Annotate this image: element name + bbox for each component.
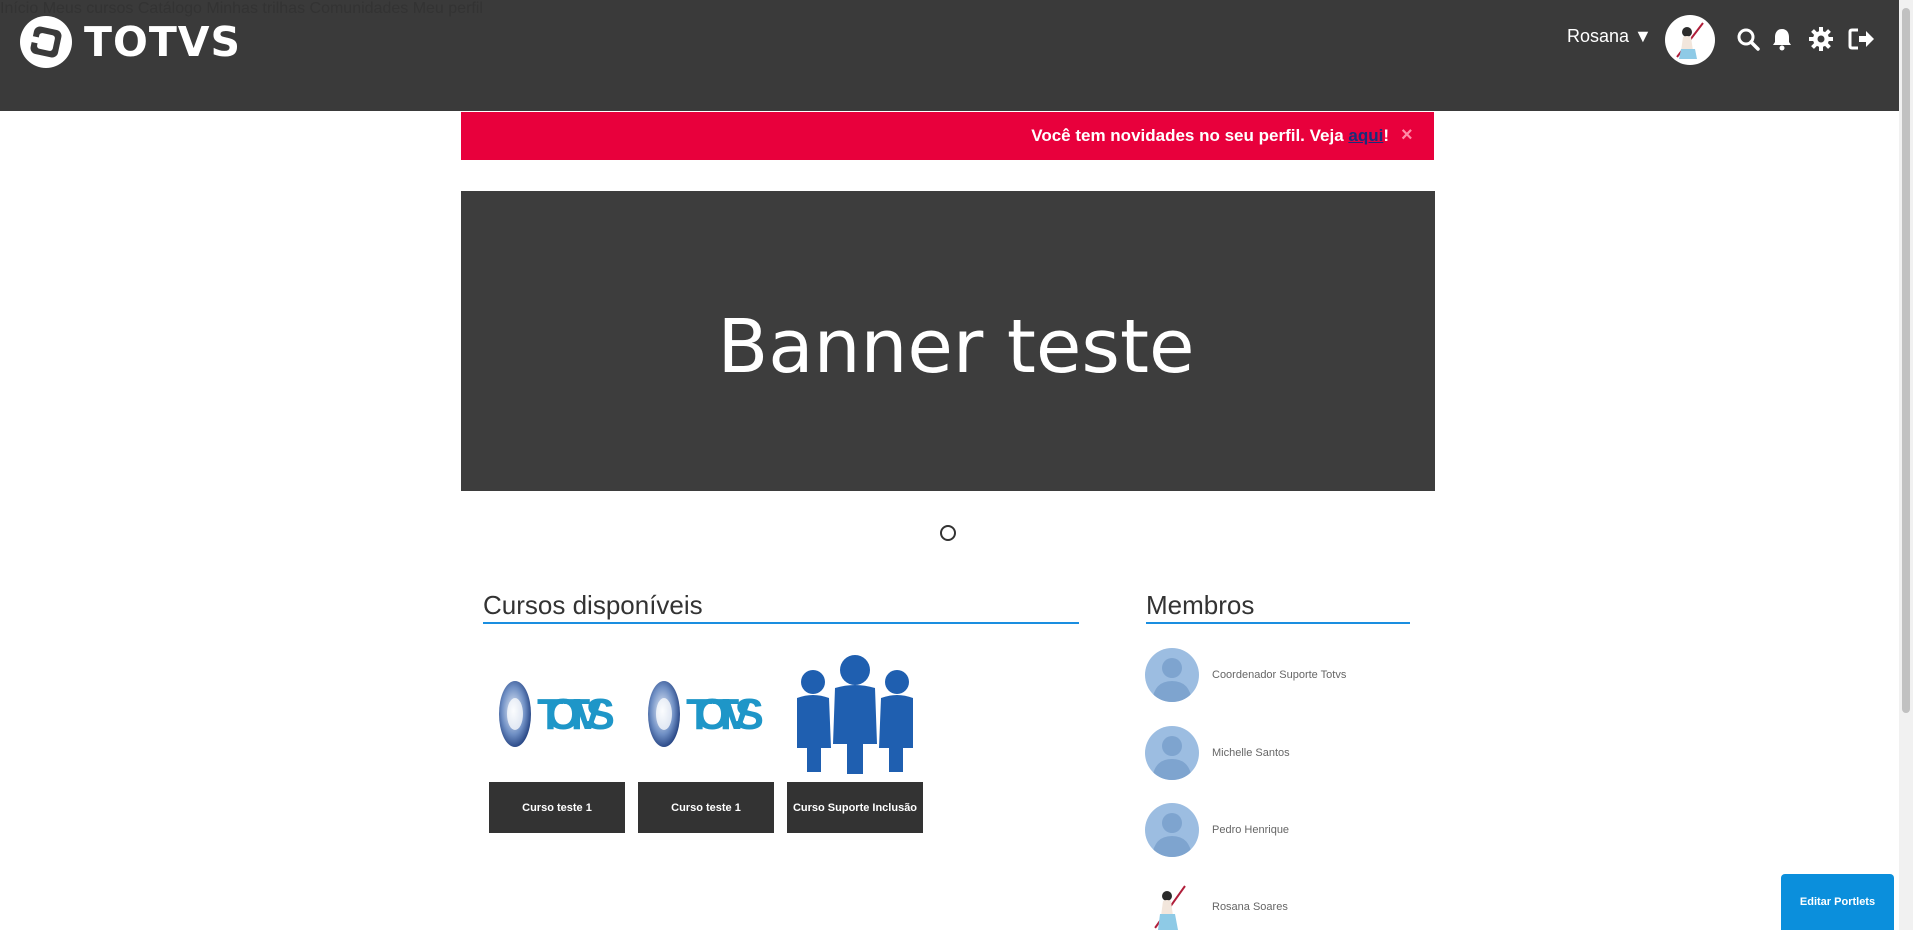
- carousel-dot[interactable]: [940, 525, 956, 541]
- member-photo-avatar: [1145, 880, 1199, 930]
- member-item[interactable]: Rosana Soares: [1145, 880, 1288, 930]
- member-name: Coordenador Suporte Totvs: [1212, 669, 1347, 681]
- nav-comunidades[interactable]: Comunidades: [310, 0, 409, 17]
- gear-icon[interactable]: [1806, 24, 1836, 54]
- nav-meu-perfil[interactable]: Meu perfil: [413, 0, 483, 17]
- scrollbar-thumb[interactable]: [1902, 8, 1910, 713]
- member-name: Pedro Henrique: [1212, 824, 1290, 836]
- course-button-3[interactable]: Curso Suporte Inclusão: [787, 782, 923, 833]
- member-name: Rosana Soares: [1212, 901, 1288, 913]
- user-menu[interactable]: Rosana ▼: [1567, 26, 1652, 47]
- top-header: TOTVS Rosana ▼ Início Meus cursos Catálo…: [0, 0, 1899, 111]
- default-avatar-icon: [1145, 726, 1199, 780]
- members-section-title: Membros: [1146, 590, 1255, 620]
- courses-section-divider: [483, 622, 1079, 624]
- user-avatar-image: [1676, 22, 1704, 59]
- notification-bar: Você tem novidades no seu perfil. Veja a…: [461, 112, 1434, 160]
- logo-text: TOTVS: [84, 18, 242, 66]
- totvs-course-logo-2: TOTVS: [648, 680, 764, 747]
- courses-section-title: Cursos disponíveis: [483, 590, 703, 620]
- banner-carousel[interactable]: Banner teste: [461, 191, 1435, 491]
- totvs-logo[interactable]: TOTVS: [18, 14, 241, 70]
- member-item[interactable]: Pedro Henrique: [1145, 803, 1289, 857]
- member-name: Michelle Santos: [1212, 747, 1290, 759]
- banner-title: Banner teste: [717, 304, 1195, 390]
- notification-message: Você tem novidades no seu perfil. Veja a…: [1031, 126, 1389, 146]
- course-thumbnail-2[interactable]: TOTVS: [638, 651, 774, 776]
- notification-text: Você tem novidades no seu perfil. Veja: [1031, 126, 1349, 145]
- notification-exclamation: !: [1383, 126, 1389, 145]
- logout-icon[interactable]: [1847, 24, 1877, 54]
- bell-icon[interactable]: [1767, 24, 1797, 54]
- member-item[interactable]: Michelle Santos: [1145, 726, 1290, 780]
- close-icon[interactable]: ×: [1401, 124, 1413, 146]
- page: TOTVS Rosana ▼ Início Meus cursos Catálo…: [0, 0, 1913, 930]
- course-thumbnail-3[interactable]: [787, 651, 923, 776]
- course-button-1[interactable]: Curso teste 1: [489, 782, 625, 833]
- people-group-icon: [797, 654, 913, 774]
- user-avatar[interactable]: [1665, 15, 1715, 65]
- course-thumbnail-1[interactable]: TOTVS: [489, 651, 625, 776]
- notification-link[interactable]: aqui: [1348, 126, 1383, 145]
- totvs-course-logo-1: TOTVS: [499, 680, 615, 747]
- svg-text:TOTVS: TOTVS: [686, 690, 764, 739]
- totvs-logo-icon: [20, 16, 72, 68]
- default-avatar-icon: [1145, 803, 1199, 857]
- default-avatar-icon: [1145, 648, 1199, 702]
- edit-portlets-button[interactable]: Editar Portlets: [1781, 874, 1894, 930]
- course-button-2[interactable]: Curso teste 1: [638, 782, 774, 833]
- page-scrollbar[interactable]: [1899, 0, 1913, 930]
- member-item[interactable]: Coordenador Suporte Totvs: [1145, 648, 1346, 702]
- svg-text:TOTVS: TOTVS: [537, 690, 615, 739]
- members-section-divider: [1146, 622, 1410, 624]
- search-icon[interactable]: [1733, 24, 1763, 54]
